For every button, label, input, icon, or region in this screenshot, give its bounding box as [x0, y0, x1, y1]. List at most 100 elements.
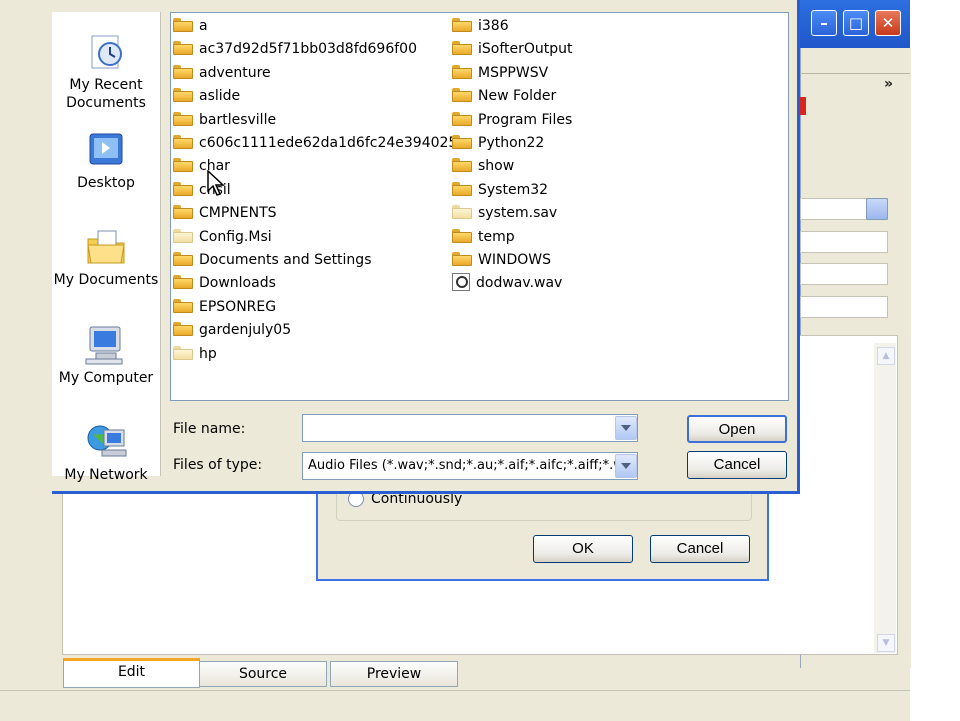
tab-source[interactable]: Source — [199, 661, 327, 687]
folder-icon — [452, 111, 472, 126]
file-list-item[interactable]: ac37d92d5f71bb03d8fd696f00 — [173, 39, 417, 59]
my-network-icon — [84, 420, 128, 464]
file-list-item[interactable]: adventure — [173, 63, 271, 83]
file-name-text: New Folder — [478, 88, 557, 105]
dialog-toolbar — [170, 0, 789, 12]
scroll-down-arrow-icon[interactable]: ▼ — [877, 634, 895, 652]
file-list-item[interactable]: Python22 — [452, 133, 544, 153]
ok-button[interactable]: OK — [533, 535, 633, 563]
file-name-label: File name: — [173, 421, 246, 437]
open-button[interactable]: Open — [687, 415, 787, 443]
maximize-button[interactable]: □ — [843, 10, 869, 36]
editor-scrollbar[interactable]: ▲ ▼ — [874, 343, 896, 653]
file-list-item[interactable]: WINDOWS — [452, 250, 551, 270]
file-list-item[interactable]: iSofterOutput — [452, 39, 573, 59]
file-list-item[interactable]: System32 — [452, 180, 548, 200]
file-name-text: System32 — [478, 181, 549, 198]
cancel-button[interactable]: Cancel — [687, 451, 787, 479]
file-list-item[interactable]: Documents and Settings — [173, 250, 371, 270]
file-name-text: Downloads — [199, 275, 276, 292]
place-my-documents[interactable]: My Documents — [52, 225, 160, 289]
files-of-type-select[interactable]: Audio Files (*.wav;*.snd;*.au;*.aif;*.ai… — [302, 452, 638, 480]
file-name-text: iSofterOutput — [478, 41, 573, 58]
file-name-text: CMPNENTS — [199, 205, 277, 222]
place-label-line1: My Computer — [58, 370, 154, 386]
file-name-dropdown-icon[interactable] — [615, 416, 637, 440]
folder-icon — [452, 64, 472, 79]
folder-icon — [173, 275, 193, 290]
folder-icon — [452, 252, 472, 266]
file-name-text: MSPPWSV — [478, 64, 549, 81]
files-of-type-dropdown-icon[interactable] — [615, 454, 637, 478]
place-my-recent-documents[interactable]: My Recent Documents — [52, 30, 160, 112]
file-list-item[interactable]: Program Files — [452, 110, 572, 130]
tab-preview[interactable]: Preview — [330, 661, 458, 687]
file-list-item[interactable]: show — [452, 156, 514, 176]
file-name-text: ac37d92d5f71bb03d8fd696f00 — [199, 41, 417, 58]
place-my-network[interactable]: My Network — [52, 420, 160, 484]
tab-edit[interactable]: Edit — [63, 658, 200, 688]
file-list-item[interactable]: MSPPWSV — [452, 63, 548, 83]
folder-icon — [173, 228, 193, 243]
folder-icon — [173, 135, 193, 149]
options-cancel-button[interactable]: Cancel — [650, 535, 750, 563]
folder-icon — [452, 205, 472, 220]
folder-icon — [173, 298, 193, 313]
file-list-item[interactable]: CMPNENTS — [173, 203, 277, 223]
folder-icon — [452, 181, 472, 196]
file-list-item[interactable]: dodwav.wav — [452, 273, 562, 293]
mouse-pointer-icon — [207, 170, 225, 196]
folder-icon — [452, 88, 472, 103]
toolbar-divider — [800, 73, 910, 74]
file-name-text: WINDOWS — [478, 252, 551, 268]
place-my-computer[interactable]: My Computer — [52, 323, 160, 387]
close-button[interactable]: ✕ — [875, 10, 901, 36]
recent-documents-icon — [84, 30, 128, 74]
place-label-line2: Documents — [66, 95, 146, 111]
folder-icon — [173, 18, 193, 32]
file-name-text: Python22 — [478, 135, 545, 151]
toolbar-overflow-chevron-icon[interactable]: » — [884, 76, 893, 92]
file-name-text: EPSONREG — [199, 298, 277, 315]
folder-icon — [173, 111, 193, 126]
file-list-item[interactable]: i386 — [452, 16, 509, 36]
folder-icon — [452, 18, 472, 32]
file-list-item[interactable]: Downloads — [173, 273, 276, 293]
file-list-item[interactable]: gardenjuly05 — [173, 320, 291, 340]
file-name-text: system.sav — [478, 205, 558, 222]
file-list-item[interactable]: EPSONREG — [173, 297, 276, 317]
file-list-item[interactable]: aslide — [173, 86, 240, 106]
file-list-item[interactable]: bartlesville — [173, 110, 276, 130]
scroll-up-arrow-icon[interactable]: ▲ — [877, 347, 895, 365]
file-list-item[interactable]: hp — [173, 344, 217, 364]
file-list-item[interactable]: temp — [452, 227, 515, 247]
file-name-text: i386 — [478, 18, 509, 34]
file-name-text: temp — [478, 228, 515, 245]
file-name-text: bartlesville — [199, 111, 277, 128]
status-bar — [0, 690, 910, 721]
my-computer-icon — [84, 323, 128, 367]
minimize-button[interactable]: – — [811, 10, 837, 36]
file-name-text: show — [478, 158, 515, 175]
file-list-item[interactable]: a — [173, 16, 208, 36]
place-label-line1: Desktop — [77, 175, 135, 191]
combo-dropdown-button[interactable] — [866, 198, 888, 220]
folder-icon — [452, 158, 472, 173]
audio-file-icon — [452, 273, 470, 292]
file-name-text: aslide — [199, 88, 241, 105]
file-list-item[interactable]: c606c1111ede62da1d6fc24e394025 — [173, 133, 457, 153]
file-name-text: gardenjuly05 — [199, 322, 292, 339]
file-name-text: adventure — [199, 64, 271, 81]
folder-icon — [173, 64, 193, 79]
file-list-item[interactable]: system.sav — [452, 203, 557, 223]
properties-field-3[interactable] — [800, 296, 888, 318]
properties-field-2[interactable] — [800, 263, 888, 285]
file-list-item[interactable]: Config.Msi — [173, 227, 272, 247]
properties-field-1[interactable] — [800, 231, 888, 253]
place-desktop[interactable]: Desktop — [52, 128, 160, 192]
file-name-text: dodwav.wav — [476, 275, 563, 292]
file-name-input[interactable] — [302, 414, 638, 442]
folder-icon — [452, 41, 472, 56]
file-list-item[interactable]: New Folder — [452, 86, 556, 106]
folder-icon — [452, 135, 472, 149]
